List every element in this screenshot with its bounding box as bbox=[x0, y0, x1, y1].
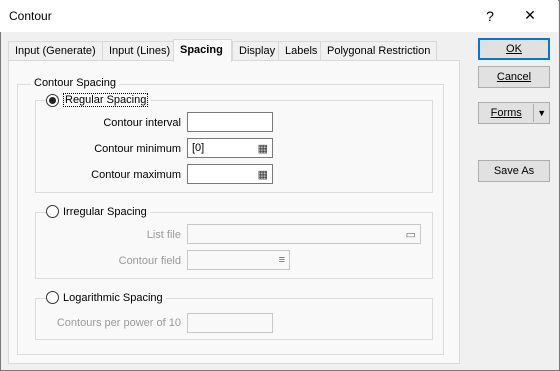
close-icon: ✕ bbox=[524, 7, 536, 23]
calculator-icon[interactable]: ▦ bbox=[258, 142, 268, 155]
contour-field-input[interactable]: ≡ bbox=[187, 250, 290, 270]
contour-minimum-value: [0] bbox=[192, 142, 205, 154]
list-file-input[interactable]: ▭ bbox=[187, 224, 421, 244]
tab-polygonal-restriction[interactable]: Polygonal Restriction bbox=[320, 41, 438, 61]
irregular-spacing-radio[interactable]: Irregular Spacing bbox=[46, 205, 150, 218]
contour-maximum-label: Contour maximum bbox=[91, 169, 181, 181]
regular-spacing-label: Regular Spacing bbox=[63, 93, 149, 107]
contour-interval-input[interactable] bbox=[187, 112, 273, 132]
list-icon[interactable]: ≡ bbox=[279, 254, 285, 266]
calculator-icon[interactable]: ▦ bbox=[258, 168, 268, 181]
save-as-button[interactable]: Save As bbox=[478, 160, 550, 182]
radio-unchecked-icon bbox=[46, 205, 59, 218]
contour-spacing-group-label: Contour Spacing bbox=[31, 77, 119, 89]
radio-checked-icon bbox=[46, 93, 59, 107]
title-bar: Contour ? ✕ bbox=[0, 0, 558, 32]
contour-field-label: Contour field bbox=[118, 255, 181, 267]
tab-display[interactable]: Display bbox=[232, 41, 283, 61]
close-button[interactable]: ✕ bbox=[508, 0, 552, 31]
logarithmic-spacing-radio[interactable]: Logarithmic Spacing bbox=[46, 291, 166, 304]
radio-unchecked-icon bbox=[46, 291, 59, 304]
tab-labels[interactable]: Labels bbox=[278, 41, 325, 61]
contour-maximum-input[interactable]: ▦ bbox=[187, 164, 273, 184]
tab-input-generate[interactable]: Input (Generate) bbox=[8, 41, 103, 61]
folder-browse-icon[interactable]: ▭ bbox=[406, 228, 416, 241]
contours-per-power-label: Contours per power of 10 bbox=[56, 317, 181, 329]
logarithmic-spacing-label: Logarithmic Spacing bbox=[63, 291, 163, 304]
help-button[interactable]: ? bbox=[468, 0, 512, 31]
contour-minimum-label: Contour minimum bbox=[94, 143, 181, 155]
tab-input-lines[interactable]: Input (Lines) bbox=[102, 41, 178, 61]
contours-per-power-input[interactable] bbox=[187, 313, 273, 333]
list-file-label: List file bbox=[146, 229, 181, 241]
irregular-spacing-label: Irregular Spacing bbox=[63, 205, 147, 218]
contour-interval-label: Contour interval bbox=[103, 117, 181, 129]
dropdown-arrow-icon[interactable]: ▼ bbox=[534, 108, 549, 118]
cancel-button[interactable]: Cancel bbox=[478, 66, 550, 88]
contour-minimum-input[interactable]: [0] ▦ bbox=[187, 138, 273, 158]
forms-button[interactable]: Forms ▼ bbox=[478, 102, 550, 124]
regular-spacing-radio[interactable]: Regular Spacing bbox=[46, 93, 152, 107]
tab-spacing[interactable]: Spacing bbox=[173, 39, 232, 62]
forms-label: Forms bbox=[490, 107, 522, 119]
help-icon: ? bbox=[486, 7, 494, 24]
window-title: Contour bbox=[9, 9, 52, 23]
ok-button[interactable]: OK bbox=[478, 38, 550, 60]
